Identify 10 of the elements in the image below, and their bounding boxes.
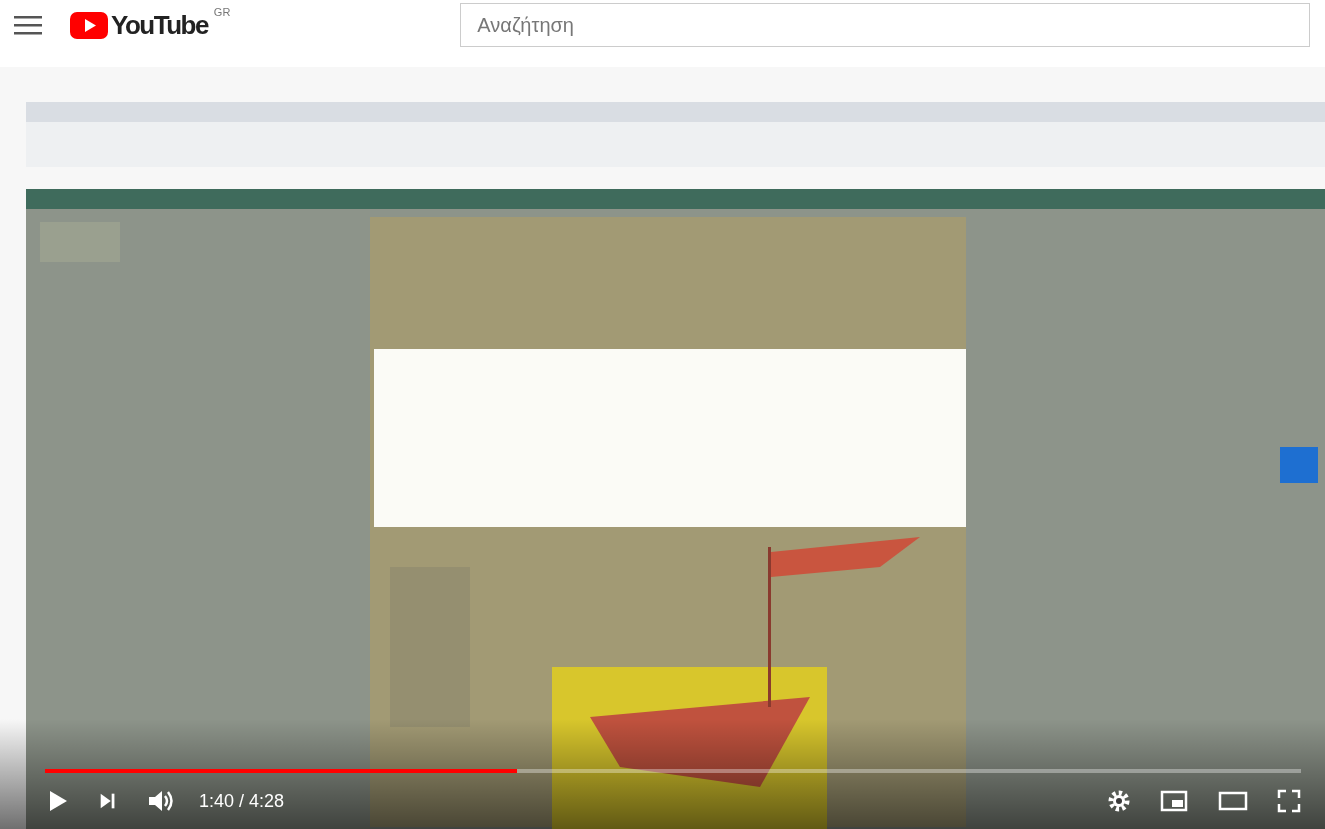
video-player[interactable]: 1:40 / 4:28	[0, 67, 1325, 829]
logo-text: YouTube	[111, 9, 208, 41]
miniplayer-icon[interactable]	[1159, 789, 1189, 813]
fullscreen-icon[interactable]	[1277, 789, 1301, 813]
settings-icon[interactable]	[1107, 789, 1131, 813]
play-logo-icon	[70, 11, 108, 39]
menu-icon[interactable]	[14, 15, 42, 35]
theater-mode-icon[interactable]	[1217, 791, 1249, 811]
time-display: 1:40 / 4:28	[199, 790, 285, 812]
search-field[interactable]: Αναζήτηση	[460, 3, 1311, 47]
